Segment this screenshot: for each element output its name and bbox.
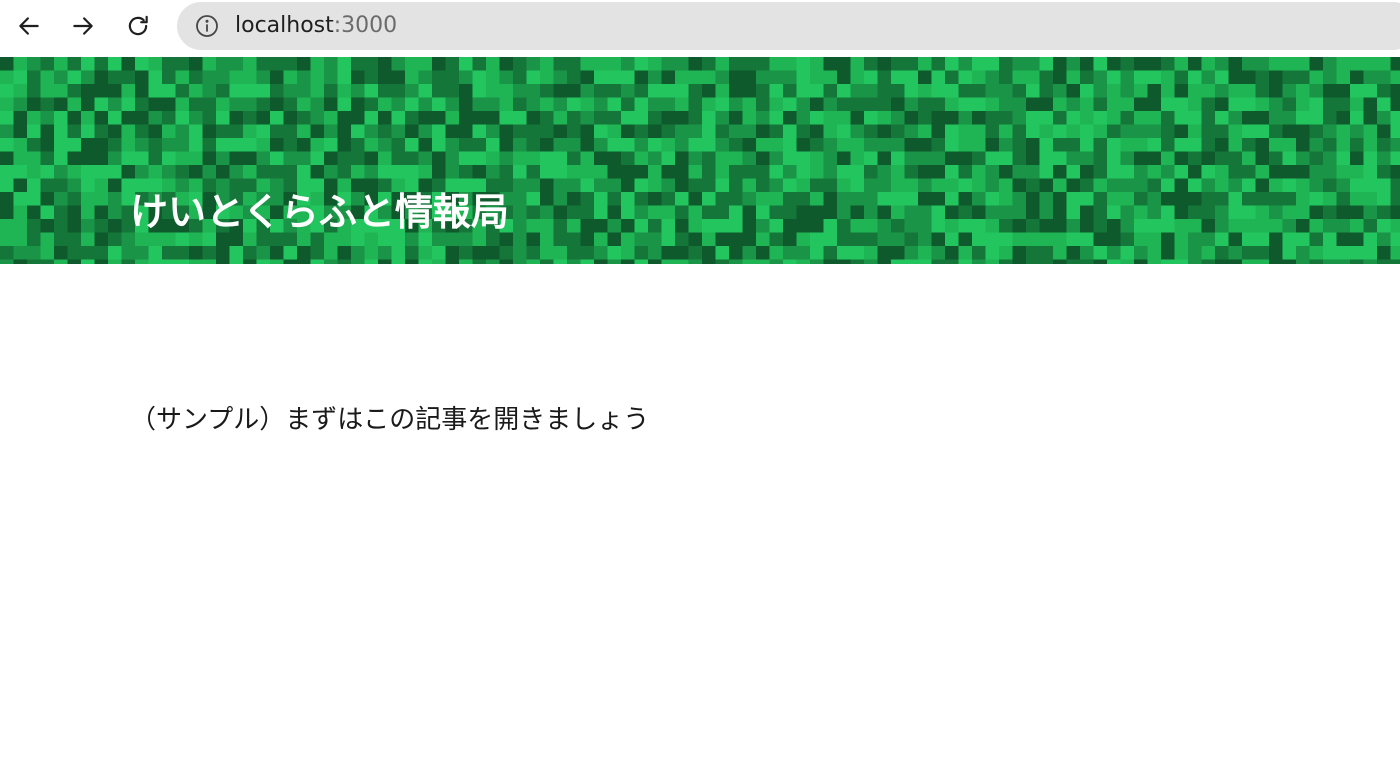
url-text[interactable]: localhost:3000 bbox=[235, 14, 397, 38]
site-title[interactable]: けいとくらふと情報局 bbox=[130, 188, 509, 236]
forward-button[interactable] bbox=[63, 6, 103, 46]
site-header-banner: けいとくらふと情報局 bbox=[0, 57, 1400, 264]
info-icon[interactable] bbox=[195, 14, 219, 38]
reload-icon bbox=[128, 15, 148, 36]
url-port: :3000 bbox=[333, 13, 398, 38]
browser-toolbar: localhost:3000 bbox=[0, 0, 1400, 56]
address-bar[interactable]: localhost:3000 bbox=[177, 2, 1400, 50]
arrow-right-icon bbox=[73, 17, 93, 35]
arrow-left-icon bbox=[19, 17, 39, 35]
url-host: localhost bbox=[235, 13, 334, 38]
article-link-sample[interactable]: （サンプル）まずはこの記事を開きましょう bbox=[130, 402, 649, 438]
back-button[interactable] bbox=[9, 6, 49, 46]
reload-button[interactable] bbox=[118, 6, 158, 46]
